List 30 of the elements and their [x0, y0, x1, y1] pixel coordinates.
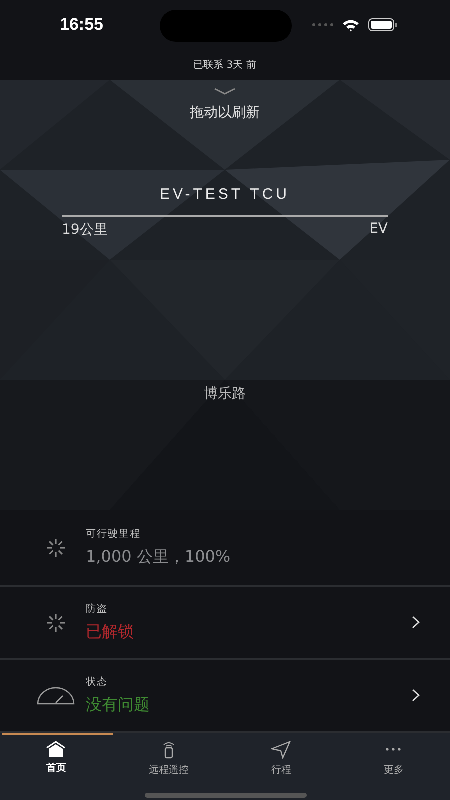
gauge-icon — [37, 686, 75, 704]
status-time: 16:55 — [60, 15, 104, 35]
row-label: 防盗 — [86, 602, 109, 616]
home-icon — [46, 741, 66, 757]
tab[interactable]: 远程遥控 — [112, 733, 225, 800]
row-label: 可行驶里程 — [86, 528, 142, 541]
wifi-icon — [342, 18, 360, 32]
fuel-type-text: EV — [370, 221, 388, 239]
vehicle-name: EV-TEST TCU — [160, 186, 290, 203]
last-contact-text: 已联系 3天 前 — [194, 58, 256, 72]
pull-to-refresh-text: 拖动以刷新 — [190, 104, 260, 122]
battery-icon — [368, 18, 398, 32]
loading-icon — [46, 538, 66, 558]
chevron-right-icon[interactable] — [412, 689, 420, 702]
distance-text: 19公里 — [62, 221, 108, 239]
more-icon — [386, 748, 402, 751]
chevron-down-icon — [214, 88, 236, 96]
row-value: 没有问题 — [86, 695, 151, 716]
tab[interactable]: 首页 — [0, 733, 112, 800]
chevron-right-icon[interactable] — [412, 616, 420, 629]
tab[interactable]: 更多 — [338, 733, 450, 800]
location-text: 博乐路 — [204, 385, 246, 403]
loading-icon — [46, 612, 66, 632]
row-label: 状态 — [86, 676, 109, 689]
row-value: 已解锁 — [86, 622, 135, 643]
tab[interactable]: 行程 — [225, 733, 338, 800]
navigation-arrow-icon — [271, 741, 292, 759]
remote-icon — [162, 741, 176, 759]
row-value: 1,000 公里，100% — [86, 547, 232, 568]
signal-icon — [312, 23, 334, 27]
